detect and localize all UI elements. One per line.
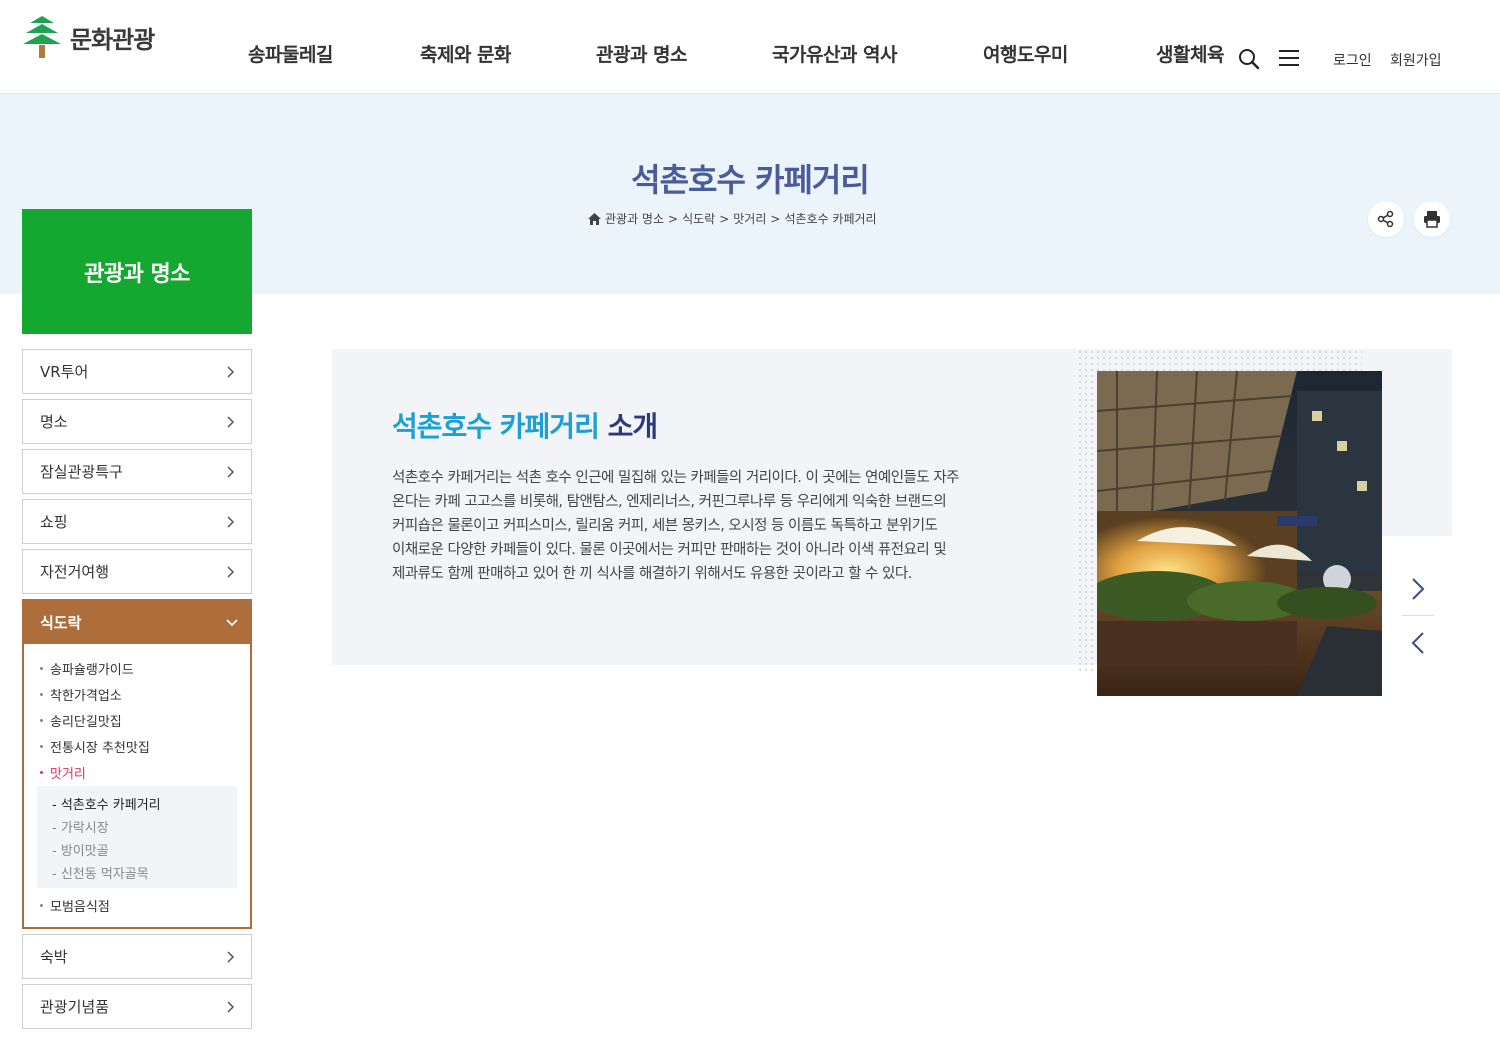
sidebar-item-shopping[interactable]: 쇼핑 (22, 499, 252, 544)
sub-item-fair-price[interactable]: 착한가격업소 (40, 685, 122, 704)
sub-item-label: 송파슐랭가이드 (50, 663, 134, 678)
sidebar-item-jamsil-zone[interactable]: 잠실관광특구 (22, 449, 252, 494)
breadcrumb-separator: > (668, 211, 679, 226)
login-link[interactable]: 로그인 (1333, 50, 1372, 70)
tree-logo-icon (23, 16, 61, 58)
sidebar-item-bike-travel[interactable]: 자전거여행 (22, 549, 252, 594)
intro-line: 제과류도 함께 판매하고 있어 한 끼 식사를 해결하기 위해서도 유용한 곳이… (392, 566, 912, 582)
intro-line: 커피숍은 물론이고 커피스미스, 릴리움 커피, 세븐 몽키스, 오시정 등 이… (392, 518, 938, 534)
sub-item-food-street[interactable]: 맛거리 (40, 763, 86, 782)
chevron-right-icon (227, 466, 235, 478)
chevron-right-icon (227, 1001, 235, 1013)
chevron-down-icon (226, 619, 238, 627)
sidebar-item-souvenirs[interactable]: 관광기념품 (22, 984, 252, 1029)
sub-item-label: 전통시장 추천맛집 (50, 741, 150, 756)
sidebar-item-lodging[interactable]: 숙박 (22, 934, 252, 979)
sub-item-songridan[interactable]: 송리단길맛집 (40, 711, 122, 730)
intro-line: 석촌호수 카페거리는 석촌 호수 인근에 밀집해 있는 카페들의 거리이다. 이… (392, 470, 960, 486)
breadcrumb-separator: > (719, 211, 730, 226)
sub-item-songpa-guide[interactable]: 송파슐랭가이드 (40, 659, 134, 678)
sidebar-item-attractions[interactable]: 명소 (22, 399, 252, 444)
sub-item-label: 송리단길맛집 (50, 715, 122, 730)
search-icon[interactable] (1238, 48, 1260, 70)
breadcrumb-item[interactable]: 관광과 명소 (605, 210, 664, 227)
sidebar-item-label: 관광기념품 (40, 998, 110, 1016)
intro-line: 이채로운 다양한 카페들이 있다. 물론 이곳에서는 커피만 판매하는 것이 아… (392, 542, 947, 558)
third-item-sincheon-alley[interactable]: - 신천동 먹자골목 (52, 863, 149, 882)
logo[interactable]: 문화관광 (22, 14, 155, 60)
home-icon[interactable] (588, 212, 601, 225)
third-item-seokchon-cafe[interactable]: - 석촌호수 카페거리 (52, 794, 161, 813)
sub-item-label: 맛거리 (50, 767, 86, 782)
share-icon (1377, 210, 1394, 228)
sidebar-item-label: 식도락 (40, 614, 82, 632)
chevron-right-icon (1412, 578, 1425, 600)
page-title: 석촌호수 카페거리 (631, 161, 870, 199)
chevron-left-icon (1411, 632, 1424, 654)
sub-item-label: 착한가격업소 (50, 689, 122, 704)
sub-item-model-restaurant[interactable]: 모범음식점 (40, 896, 110, 915)
slide-next-button[interactable] (1402, 573, 1434, 605)
print-icon (1424, 211, 1440, 228)
intro-line: 온다는 카페 고고스를 비롯해, 탐앤탐스, 엔제리너스, 커핀그루나루 등 우… (392, 494, 947, 510)
intro-heading-suffix: 소개 (598, 410, 659, 443)
nav-sports[interactable]: 생활체육 (1156, 40, 1224, 67)
breadcrumb: 관광과 명소 > 식도락 > 맛거리 > 석촌호수 카페거리 (588, 210, 877, 227)
chevron-right-icon (227, 516, 235, 528)
sidebar-item-label: 숙박 (40, 948, 68, 966)
nav-festival-culture[interactable]: 축제와 문화 (420, 40, 512, 67)
chevron-right-icon (227, 416, 235, 428)
share-button[interactable] (1368, 201, 1404, 237)
menu-icon[interactable] (1279, 50, 1299, 68)
sidebar-item-food-expanded: 식도락 송파슐랭가이드 착한가격업소 송리단길맛집 전통시장 추천맛집 맛거리 … (22, 599, 252, 929)
intro-description: 석촌호수 카페거리는 석촌 호수 인근에 밀집해 있는 카페들의 거리이다. 이… (392, 466, 1012, 586)
print-button[interactable] (1414, 201, 1450, 237)
signup-link[interactable]: 회원가입 (1390, 50, 1442, 70)
chevron-right-icon (227, 951, 235, 963)
sidebar-item-label: 잠실관광특구 (40, 463, 123, 481)
nav-travel-helper[interactable]: 여행도우미 (983, 40, 1068, 67)
chevron-right-icon (227, 366, 235, 378)
breadcrumb-current: 석촌호수 카페거리 (784, 212, 877, 226)
breadcrumb-item[interactable]: 식도락 (682, 210, 715, 227)
sidebar-item-vr-tour[interactable]: VR투어 (22, 349, 252, 394)
sub-item-label: 모범음식점 (50, 900, 110, 915)
sidebar-item-food[interactable]: 식도락 (24, 601, 250, 644)
intro-heading: 석촌호수 카페거리 소개 (392, 405, 659, 445)
sidebar-title: 관광과 명소 (22, 209, 252, 334)
sub-item-market[interactable]: 전통시장 추천맛집 (40, 737, 150, 756)
logo-text: 문화관광 (70, 25, 155, 54)
breadcrumb-item[interactable]: 맛거리 (733, 210, 766, 227)
sidebar-item-label: 자전거여행 (40, 563, 110, 581)
cafe-street-photo (1097, 371, 1382, 696)
chevron-right-icon (227, 566, 235, 578)
nav-heritage-history[interactable]: 국가유산과 역사 (772, 40, 897, 67)
slide-divider (1402, 615, 1434, 616)
third-item-garak-market[interactable]: - 가락시장 (52, 817, 109, 836)
nav-tourism-attractions[interactable]: 관광과 명소 (596, 40, 688, 67)
sidebar-third-list: - 석촌호수 카페거리 - 가락시장 - 방이맛골 - 신천동 먹자골목 (37, 786, 237, 888)
sidebar-item-label: 쇼핑 (40, 513, 68, 531)
site-header: 문화관광 송파둘레길 축제와 문화 관광과 명소 국가유산과 역사 여행도우미 … (0, 0, 1500, 94)
sidebar-item-label: 명소 (40, 413, 68, 431)
slide-prev-button[interactable] (1402, 627, 1434, 659)
breadcrumb-separator: > (770, 211, 781, 226)
intro-heading-highlight: 석촌호수 카페거리 (392, 410, 600, 443)
sidebar-item-label: VR투어 (40, 363, 89, 381)
nav-songpa-trail[interactable]: 송파둘레길 (248, 40, 333, 67)
third-item-bangi-food[interactable]: - 방이맛골 (52, 840, 109, 859)
